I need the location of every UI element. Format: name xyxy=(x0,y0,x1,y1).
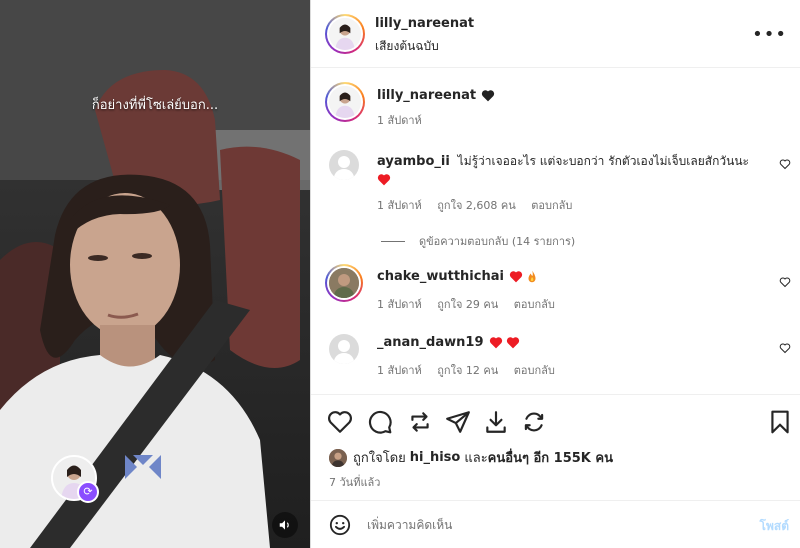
comment-username[interactable]: _anan_dawn19 xyxy=(377,335,484,350)
comment-avatar[interactable] xyxy=(329,334,359,364)
liked-by-line: ถูกใจโดย hi_hiso และ คนอื่นๆ อีก 155K คน xyxy=(329,447,613,468)
emoji-icon[interactable] xyxy=(329,514,351,536)
comment-text: ไม่รู้ว่าเจออะไร แต่จะบอกว่า รักตัวเองไม… xyxy=(457,154,749,168)
post-actions: ถูกใจโดย hi_hiso และ คนอื่นๆ อีก 155K คน… xyxy=(311,394,800,500)
audio-label[interactable]: เสียงต้นฉบับ xyxy=(375,37,439,56)
red-heart-icon xyxy=(506,337,519,349)
more-options-icon[interactable]: ••• xyxy=(752,24,787,45)
liked-by-prefix: ถูกใจโดย xyxy=(353,451,406,466)
author-username[interactable]: lilly_nareenat xyxy=(375,16,474,31)
post-header: lilly_nareenat เสียงต้นฉบับ ••• xyxy=(311,0,800,68)
avatar-icon xyxy=(329,18,361,50)
divider xyxy=(381,240,405,242)
avatar-icon xyxy=(329,268,359,298)
download-icon[interactable] xyxy=(483,409,509,435)
caption-username[interactable]: lilly_nareenat xyxy=(377,88,476,103)
comment-time: 1 สัปดาห์ xyxy=(377,298,422,311)
view-replies-button[interactable]: ดูข้อความตอบกลับ (14 รายการ) xyxy=(381,232,575,250)
comment-time: 1 สัปดาห์ xyxy=(377,199,422,212)
avatar-icon xyxy=(329,448,347,467)
video-frame xyxy=(0,0,310,548)
comment-avatar[interactable] xyxy=(329,150,359,180)
save-bookmark-icon[interactable] xyxy=(767,409,793,435)
comments-list[interactable]: lilly_nareenat 1 สัปดาห์ ayambo_ii ไม่รู… xyxy=(311,68,800,393)
video-caption: ก็อย่างที่พี่โซเล่ย์บอก... xyxy=(91,98,219,113)
red-heart-icon xyxy=(377,174,391,186)
comment-input[interactable] xyxy=(367,514,727,536)
remix-icon[interactable]: ⟳ xyxy=(77,481,99,503)
comment-likes[interactable]: ถูกใจ 2,608 คน xyxy=(437,199,516,212)
black-heart-icon xyxy=(481,90,495,102)
red-heart-icon xyxy=(509,271,523,283)
author-avatar[interactable] xyxy=(325,14,365,54)
liked-by-others[interactable]: คนอื่นๆ อีก 155K คน xyxy=(488,447,613,468)
comment-likes[interactable]: ถูกใจ 29 คน xyxy=(437,298,498,311)
reel-video[interactable]: ก็อย่างที่พี่โซเล่ย์บอก... ⟳ xyxy=(0,0,310,548)
comment-icon[interactable] xyxy=(367,409,393,435)
sync-icon[interactable] xyxy=(521,409,547,435)
view-replies-label: ดูข้อความตอบกลับ (14 รายการ) xyxy=(419,235,576,248)
fire-icon xyxy=(528,270,536,282)
share-icon[interactable] xyxy=(445,409,471,435)
avatar-icon xyxy=(329,86,361,118)
red-heart-icon xyxy=(489,337,502,349)
sound-toggle-button[interactable] xyxy=(272,512,298,538)
post-time-ago: 7 วันที่แล้ว xyxy=(329,476,381,489)
speaker-icon xyxy=(279,520,289,530)
comment-username[interactable]: ayambo_ii xyxy=(377,154,450,169)
like-comment-icon[interactable] xyxy=(779,276,791,288)
comment-username[interactable]: chake_wutthichai xyxy=(377,269,504,284)
liked-by-user[interactable]: hi_hiso xyxy=(410,450,461,465)
comment-composer: โพสต์ xyxy=(311,500,800,548)
repost-icon[interactable] xyxy=(407,409,433,435)
caption-time: 1 สัปดาห์ xyxy=(377,114,422,127)
caption-author-avatar[interactable] xyxy=(325,82,365,122)
comment-time: 1 สัปดาห์ xyxy=(377,364,422,377)
post-side-panel: lilly_nareenat เสียงต้นฉบับ ••• lilly_na… xyxy=(310,0,800,548)
liked-by-and: และ xyxy=(464,451,488,466)
comment-avatar[interactable] xyxy=(325,264,363,302)
like-comment-icon[interactable] xyxy=(779,342,791,354)
liker-avatar[interactable] xyxy=(329,448,347,467)
reply-button[interactable]: ตอบกลับ xyxy=(514,364,555,377)
reply-button[interactable]: ตอบกลับ xyxy=(514,298,555,311)
comment-likes[interactable]: ถูกใจ 12 คน xyxy=(437,364,498,377)
default-avatar-icon xyxy=(333,340,355,364)
like-comment-icon[interactable] xyxy=(779,158,791,170)
like-heart-icon[interactable] xyxy=(327,409,353,435)
default-avatar-icon xyxy=(333,156,355,180)
reply-button[interactable]: ตอบกลับ xyxy=(531,199,572,212)
post-comment-button[interactable]: โพสต์ xyxy=(760,517,789,536)
